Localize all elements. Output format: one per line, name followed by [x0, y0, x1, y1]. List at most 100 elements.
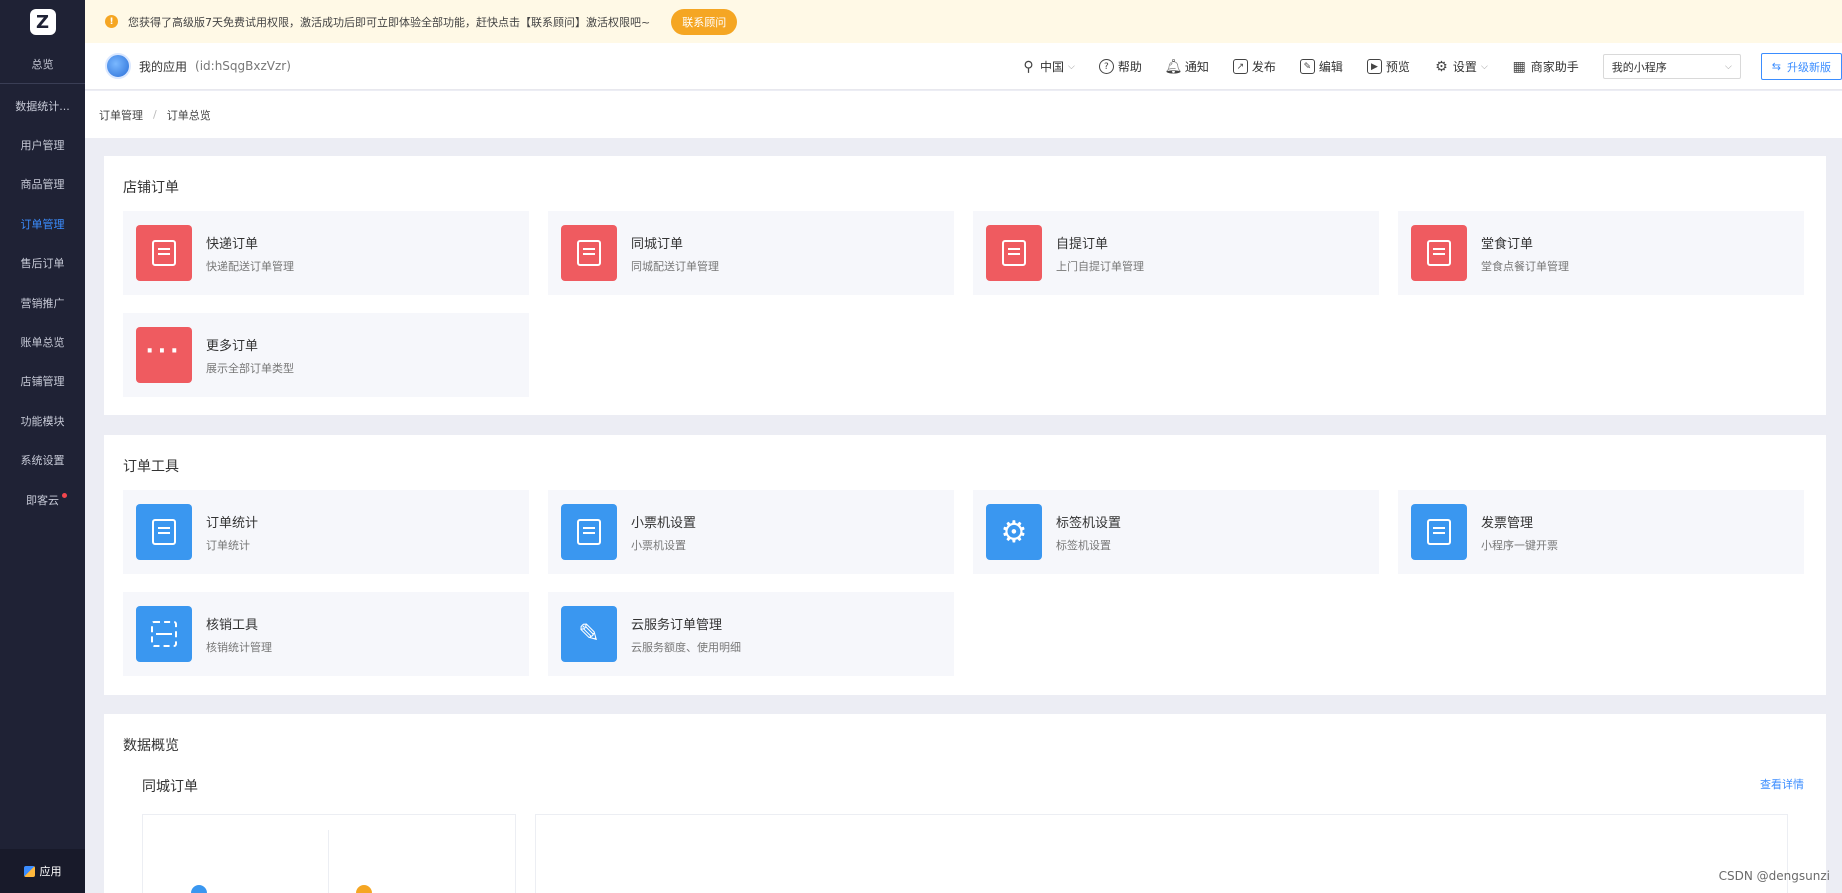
view-details-link[interactable]: 查看详情 [1760, 776, 1804, 792]
upgrade-button[interactable]: ⇆ 升级新版 [1760, 53, 1842, 80]
tile-name: 同城订单 [631, 236, 684, 252]
pen-icon: ✎ [561, 606, 617, 662]
chevron-down-icon: ⌵ [1068, 61, 1075, 72]
settings-button[interactable]: ⚙ 设置 ⌵ [1434, 58, 1488, 75]
sidebar-item-marketing[interactable]: 营销推广 [0, 283, 85, 322]
section-title: 数据概览 [123, 738, 179, 754]
tile-name: 订单统计 [206, 515, 259, 531]
publish-label: 发布 [1251, 60, 1276, 74]
settings-label: 设置 [1452, 60, 1477, 74]
preview-button[interactable]: ▶ 预览 [1366, 58, 1410, 75]
dine-in-order-icon [1411, 225, 1467, 281]
stats-panel [142, 814, 516, 893]
tile-more-orders[interactable]: ··· 更多订单 展示全部订单类型 [123, 313, 529, 397]
breadcrumb-separator: / [153, 108, 157, 121]
tile-desc: 标签机设置 [1056, 538, 1111, 552]
mini-program-select[interactable]: 我的小程序 ⌵ [1602, 54, 1741, 79]
tile-name: 快递订单 [206, 236, 259, 252]
banner-text: 您获得了高级版7天免费试用权限，激活成功后即可立即体验全部功能，赶快点击【联系顾… [128, 15, 651, 29]
tile-desc: 上门自提订单管理 [1056, 259, 1144, 273]
tile-desc: 订单统计 [206, 538, 250, 552]
sub-section-title: 同城订单 [142, 779, 198, 795]
tile-verification[interactable]: 核销工具 核销统计管理 [123, 592, 529, 676]
tile-receipt-printer[interactable]: 小票机设置 小票机设置 [548, 490, 954, 574]
tile-name: 堂食订单 [1481, 236, 1534, 252]
cube-icon [23, 865, 35, 877]
trial-banner: ! 您获得了高级版7天免费试用权限，激活成功后即可立即体验全部功能，赶快点击【联… [85, 0, 1842, 43]
region-selector[interactable]: ⚲ 中国 ⌵ [1021, 58, 1075, 75]
sidebar-item-jikeyun[interactable]: 即客云 [0, 480, 85, 519]
tile-desc: 展示全部订单类型 [206, 361, 294, 375]
pickup-order-icon [986, 225, 1042, 281]
tile-invoice[interactable]: 发票管理 小程序一键开票 [1398, 490, 1804, 574]
select-value: 我的小程序 [1611, 60, 1667, 74]
contact-advisor-button[interactable]: 联系顾问 [671, 8, 738, 35]
sidebar-item-store[interactable]: 店铺管理 [0, 362, 85, 401]
gear-icon: ⚙ [1435, 58, 1448, 75]
tile-name: 云服务订单管理 [631, 617, 723, 633]
header-actions: ⚲ 中国 ⌵ ? 帮助 🔔︎ 通知 ↗ 发布 ✎ 编辑 ▶ 预览 ⚙ 设置 ⌵ [1021, 43, 1842, 90]
merchant-assistant-button[interactable]: ▦ 商家助手 [1512, 58, 1579, 75]
more-dots-icon: ··· [136, 327, 192, 383]
sidebar: Z 总览 数据统计... 用户管理 商品管理 订单管理 售后订单 营销推广 账单… [0, 0, 85, 893]
tile-name: 标签机设置 [1056, 515, 1122, 531]
breadcrumb-item[interactable]: 订单管理 [99, 107, 143, 123]
watermark: CSDN @dengsunzi [1718, 869, 1830, 883]
publish-icon: ↗ [1232, 59, 1248, 74]
apps-label: 应用 [39, 865, 62, 878]
chevron-down-icon: ⌵ [1480, 61, 1488, 72]
tile-pickup-orders[interactable]: 自提订单 上门自提订单管理 [973, 211, 1379, 295]
tile-name: 发票管理 [1481, 515, 1534, 531]
tile-name: 更多订单 [206, 338, 259, 354]
upgrade-label: 升级新版 [1787, 60, 1831, 74]
app-logo[interactable]: Z [0, 0, 85, 44]
edit-label: 编辑 [1318, 60, 1343, 74]
stats-clipboard-icon [136, 504, 192, 560]
local-order-icon [561, 225, 617, 281]
section-title: 店铺订单 [123, 180, 179, 196]
edit-button[interactable]: ✎ 编辑 [1299, 58, 1343, 75]
order-tools-card: 订单工具 订单统计 订单统计 小票机设置 小票机设置 ⚙ 标签机设置 标签机设置… [104, 435, 1826, 695]
merchant-label: 商家助手 [1530, 60, 1579, 74]
notify-label: 通知 [1184, 60, 1209, 74]
data-overview-card: 数据概览 同城订单 查看详情 [104, 714, 1826, 893]
notify-button[interactable]: 🔔︎ 通知 [1164, 58, 1209, 75]
sidebar-item-users[interactable]: 用户管理 [0, 125, 85, 164]
stat-blue-icon [191, 885, 207, 893]
sidebar-apps-button[interactable]: 应用 [0, 849, 85, 893]
preview-label: 预览 [1385, 60, 1410, 74]
sidebar-item-system-settings[interactable]: 系统设置 [0, 441, 85, 480]
chevron-down-icon: ⌵ [1724, 61, 1732, 72]
breadcrumb-item-current: 订单总览 [166, 108, 211, 122]
printer-icon [561, 504, 617, 560]
tile-desc: 堂食点餐订单管理 [1481, 259, 1569, 273]
tile-label-printer[interactable]: ⚙ 标签机设置 标签机设置 [973, 490, 1379, 574]
sidebar-item-overview[interactable]: 总览 [0, 44, 85, 84]
app-avatar [105, 53, 131, 79]
sidebar-item-after-sales[interactable]: 售后订单 [0, 244, 85, 283]
tile-dine-in-orders[interactable]: 堂食订单 堂食点餐订单管理 [1398, 211, 1804, 295]
location-icon: ⚲ [1023, 58, 1034, 75]
help-label: 帮助 [1117, 60, 1142, 74]
sidebar-item-label: 即客云 [26, 493, 59, 507]
play-icon: ▶ [1366, 59, 1382, 74]
tile-desc: 快递配送订单管理 [206, 259, 294, 273]
edit-icon: ✎ [1299, 59, 1315, 74]
publish-button[interactable]: ↗ 发布 [1232, 58, 1276, 75]
sidebar-item-data-stats[interactable]: 数据统计... [0, 86, 85, 125]
tile-order-stats[interactable]: 订单统计 订单统计 [123, 490, 529, 574]
invoice-icon [1411, 504, 1467, 560]
tile-cloud-service-orders[interactable]: ✎ 云服务订单管理 云服务额度、使用明细 [548, 592, 954, 676]
sidebar-item-modules[interactable]: 功能模块 [0, 401, 85, 440]
sidebar-item-orders[interactable]: 订单管理 [0, 204, 85, 243]
help-button[interactable]: ? 帮助 [1098, 58, 1142, 75]
scan-icon [136, 606, 192, 662]
top-header: 我的应用 (id:hSqgBxzVzr) ⚲ 中国 ⌵ ? 帮助 🔔︎ 通知 ↗… [85, 43, 1842, 90]
sidebar-item-products[interactable]: 商品管理 [0, 165, 85, 204]
bell-icon: 🔔︎ [1164, 58, 1183, 75]
tile-local-orders[interactable]: 同城订单 同城配送订单管理 [548, 211, 954, 295]
sidebar-item-billing[interactable]: 账单总览 [0, 322, 85, 361]
tile-desc: 核销统计管理 [206, 640, 272, 654]
logo-icon: Z [29, 9, 56, 35]
tile-express-orders[interactable]: 快递订单 快递配送订单管理 [123, 211, 529, 295]
